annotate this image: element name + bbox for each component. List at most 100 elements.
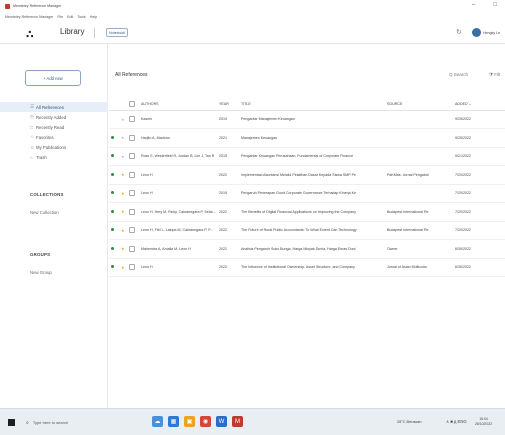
select-all-checkbox[interactable] <box>129 100 135 107</box>
sidebar-item-my-publications[interactable]: ☺ My Publications <box>0 142 108 152</box>
filter-button[interactable]: ⧩ Filt <box>489 72 500 77</box>
source-cell: Jurnal of Asian Multicultu <box>385 258 453 277</box>
clock-icon: ◷ <box>30 114 34 119</box>
authors-cell: Leon H <box>139 258 217 277</box>
row-checkbox[interactable] <box>129 190 135 197</box>
column-year[interactable]: YEAR <box>217 98 239 111</box>
row-checkbox[interactable] <box>129 227 135 234</box>
unread-dot-icon <box>111 228 114 232</box>
row-checkbox <box>127 165 139 185</box>
user-name[interactable]: Hengky Le <box>483 31 500 35</box>
menu-tools[interactable]: Tools <box>77 15 85 19</box>
avatar[interactable] <box>472 28 481 37</box>
source-cell <box>385 110 453 129</box>
file-explorer-icon[interactable]: ▦ <box>168 416 179 427</box>
added-cell: 7/20/2022 <box>453 202 505 222</box>
sidebar-item-recently-read[interactable]: □ Recently Read <box>0 122 108 132</box>
favorite: ★ <box>119 165 127 185</box>
title-cell: Pengantar Keuangan Perusahaan, Fundament… <box>239 147 385 166</box>
authors-cell: Ross S, Westerfield R, Jordan B, Lim J, … <box>139 147 217 166</box>
year-cell: 2022 <box>217 258 239 277</box>
taskbar-search-placeholder: Type here to search <box>32 420 69 425</box>
star-icon[interactable]: ★ <box>121 135 125 140</box>
add-new-button[interactable]: + Add new <box>25 70 81 86</box>
unread-dot-icon <box>111 172 114 176</box>
favorite: ★ <box>119 147 127 166</box>
minimize-button[interactable]: – <box>472 2 475 8</box>
folder-icon[interactable]: ▣ <box>184 416 195 427</box>
added-cell: 6/30/2022 <box>453 239 505 259</box>
app-header: ∴ Library Notebook ↻ Hengky Le <box>0 22 505 44</box>
star-icon[interactable]: ★ <box>121 191 125 196</box>
added-cell: 9/25/2022 <box>453 128 505 148</box>
table-row[interactable]: ★ Leon H, Hery M, Ricky, Cakranegara P, S… <box>109 202 505 222</box>
title-cell: Pengantar Manajemen Keuangan <box>239 110 385 129</box>
weather-app-icon[interactable]: ☁ <box>152 416 163 427</box>
source-cell: Budapest International Re <box>385 202 453 222</box>
star-icon[interactable]: ★ <box>121 228 125 233</box>
sidebar-item-favorites[interactable]: ☆ Favorites <box>0 132 108 142</box>
new-collection-link[interactable]: New Collection <box>30 210 59 215</box>
clock-date: 26/10/2022 <box>475 422 492 426</box>
weather-status[interactable]: 28°C Berawan <box>397 420 422 424</box>
table-row[interactable]: ★ Kasmir 2019 Pengantar Manajemen Keuangan 9… <box>109 110 505 129</box>
authors-cell: Harjito A, Martono <box>139 128 217 148</box>
row-checkbox[interactable] <box>129 116 135 123</box>
sidebar-item-label: Recently Added <box>36 114 67 120</box>
sidebar-item-all-references[interactable]: ☰ All References <box>0 102 108 112</box>
star-icon[interactable]: ★ <box>121 154 125 159</box>
search-button[interactable]: Q Search <box>449 72 468 77</box>
word-icon[interactable]: W <box>216 416 227 427</box>
sidebar-item-trash[interactable]: ⌂ Trash <box>0 152 108 162</box>
row-checkbox[interactable] <box>129 134 135 141</box>
unread-dot <box>109 258 119 277</box>
taskbar-search[interactable]: ⌕ Type here to search <box>22 416 100 429</box>
added-cell: 7/20/2022 <box>453 165 505 185</box>
menu-app[interactable]: Mendeley Reference Manager <box>5 15 53 19</box>
row-checkbox[interactable] <box>129 264 135 271</box>
column-source[interactable]: SOURCE <box>385 98 453 111</box>
trash-icon: ⌂ <box>30 154 33 160</box>
row-checkbox[interactable] <box>129 208 135 215</box>
sidebar-item-recently-added[interactable]: ◷ Recently Added <box>0 112 108 122</box>
column-authors[interactable]: AUTHORS <box>139 98 217 111</box>
star-icon[interactable]: ★ <box>121 209 125 214</box>
menu-edit[interactable]: Edit <box>67 15 73 19</box>
row-checkbox <box>127 110 139 129</box>
star-icon[interactable]: ★ <box>121 117 125 122</box>
table-row[interactable]: ★ Leon H 2019 Pengaruh Penerapan Good Corpo… <box>109 184 505 203</box>
star-icon[interactable]: ★ <box>121 265 125 270</box>
mendeley-taskbar-icon[interactable]: M <box>232 416 243 427</box>
table-row[interactable]: ★ Ross S, Westerfield R, Jordan B, Lim J,… <box>109 147 505 166</box>
maximize-button[interactable]: □ <box>493 2 497 8</box>
row-checkbox[interactable] <box>129 245 135 252</box>
row-checkbox[interactable] <box>129 171 135 178</box>
table-row[interactable]: ★ Harjito A, Martono 2021 Manajemen Keuanga… <box>109 128 505 148</box>
windows-start-icon[interactable] <box>8 419 15 426</box>
column-added[interactable]: ADDED ⌄ <box>453 98 505 111</box>
title-cell: Implementasi Akuntansi Melalui Pelatihan… <box>239 165 385 185</box>
unread-dot <box>109 202 119 222</box>
source-cell <box>385 147 453 166</box>
table-header-row: AUTHORS YEAR TITLE SOURCE ADDED ⌄ <box>109 98 505 111</box>
year-cell: 2021 <box>217 128 239 148</box>
unread-dot-icon <box>111 191 114 195</box>
star-icon[interactable]: ★ <box>121 246 125 251</box>
sync-icon[interactable]: ↻ <box>456 28 462 36</box>
row-checkbox[interactable] <box>129 153 135 160</box>
table-row[interactable]: ★ Leon H 2022 The Influence of Institutiona… <box>109 258 505 277</box>
table-row[interactable]: ★ Leon H, Fitri L, Latupa M, Cakranegara … <box>109 221 505 240</box>
menu-file[interactable]: File <box>57 15 63 19</box>
chrome-icon[interactable]: ◉ <box>200 416 211 427</box>
clock[interactable]: 15:04 26/10/2022 <box>475 417 492 427</box>
system-tray[interactable]: ∧ ■ д ENG <box>446 419 467 424</box>
notebook-button[interactable]: Notebook <box>106 28 128 37</box>
table-row[interactable]: ★ Mahendra A, Amalia M, Leon H 2022 Analisi… <box>109 239 505 259</box>
new-group-link[interactable]: New Group <box>30 270 52 275</box>
sidebar-nav: ☰ All References ◷ Recently Added □ Rece… <box>0 102 108 162</box>
unread-dot <box>109 110 119 129</box>
column-title[interactable]: TITLE <box>239 98 385 111</box>
star-icon[interactable]: ★ <box>121 172 125 177</box>
menu-help[interactable]: Help <box>90 15 97 19</box>
table-row[interactable]: ★ Leon H 2022 Implementasi Akuntansi Melalu… <box>109 165 505 185</box>
